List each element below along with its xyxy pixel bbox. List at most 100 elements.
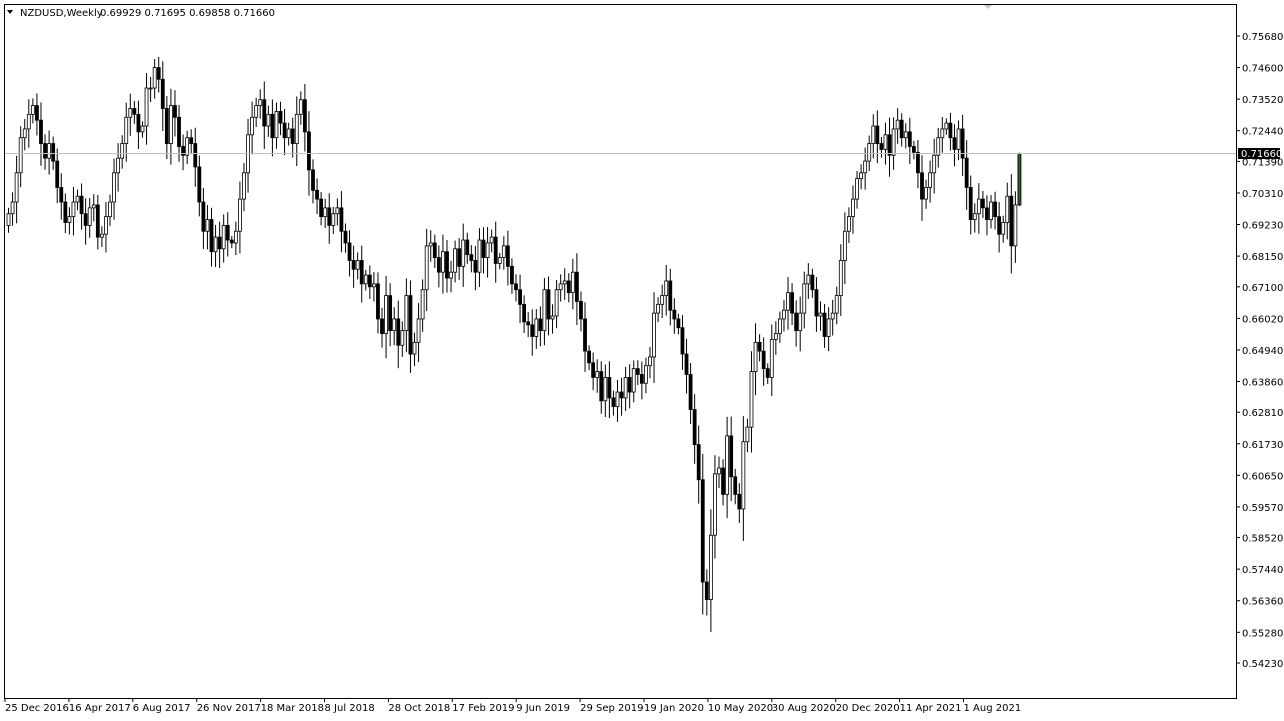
bull-candle	[112, 172, 116, 203]
bull-candle	[238, 198, 242, 232]
x-tick-label: 25 Dec 2016	[5, 703, 69, 714]
bull-candle	[838, 260, 843, 296]
x-tick-label: 29 Sep 2019	[580, 703, 643, 714]
bull-candle	[940, 128, 945, 139]
bear-candle	[619, 391, 624, 399]
bear-candle	[83, 213, 88, 226]
bear-candle	[887, 134, 892, 156]
bear-candle	[591, 362, 596, 378]
bull-candle	[453, 248, 458, 273]
x-tick-label: 19 Jan 2020	[644, 703, 704, 714]
bull-candle	[152, 67, 157, 89]
bear-candle	[262, 99, 267, 127]
bull-candle	[660, 295, 665, 305]
bear-candle	[814, 289, 819, 317]
bear-candle	[388, 295, 393, 332]
bull-candle	[615, 391, 620, 408]
bull-candle	[124, 116, 129, 144]
bull-candle	[168, 105, 173, 144]
bear-candle	[790, 292, 794, 314]
y-tick-label: 0.56360	[1242, 597, 1283, 608]
bear-candle	[668, 280, 673, 311]
bull-candle	[725, 435, 730, 495]
bear-candle	[599, 371, 604, 402]
bull-candle	[67, 216, 72, 223]
x-tick-label: 28 Oct 2018	[388, 703, 450, 714]
bull-candle	[745, 426, 750, 443]
price-chart[interactable]: 0.756800.746000.735200.724400.713900.703…	[0, 0, 1284, 721]
bull-candle	[534, 318, 539, 337]
bear-candle	[59, 187, 64, 203]
x-tick-label: 10 May 2020	[708, 703, 773, 714]
bull-candle	[392, 318, 397, 332]
bear-candle	[307, 131, 311, 171]
bear-candle	[302, 99, 307, 133]
y-tick-label: 0.63860	[1242, 378, 1283, 389]
bull-candle	[842, 230, 847, 261]
bear-candle	[948, 122, 953, 139]
bear-candle	[347, 242, 352, 261]
bear-candle	[396, 318, 401, 346]
bull-candle	[782, 309, 786, 320]
bull-candle	[802, 283, 807, 314]
ohlc-values: 0.69929 0.71695 0.69858 0.71660	[100, 8, 275, 19]
bull-candle	[830, 312, 835, 320]
bear-candle	[359, 260, 364, 285]
bull-candle	[818, 312, 823, 317]
bear-candle	[457, 248, 462, 267]
y-tick-label: 0.64940	[1242, 346, 1283, 357]
bear-candle	[270, 113, 275, 139]
bull-candle	[461, 239, 466, 267]
x-tick-label: 16 Apr 2017	[69, 703, 131, 714]
bull-candle	[6, 213, 11, 226]
bear-candle	[704, 581, 709, 600]
bear-candle	[380, 318, 384, 334]
bull-candle	[485, 242, 490, 258]
bear-candle	[197, 166, 202, 203]
bull-candle	[258, 99, 263, 106]
bull-candle	[501, 245, 506, 258]
current-price-label: 0.71660	[1238, 148, 1282, 160]
bear-candle	[607, 377, 612, 399]
bear-candle	[132, 108, 137, 115]
bull-candle	[22, 128, 27, 139]
x-tick-label: 11 Apr 2021	[900, 703, 962, 714]
bear-candle	[473, 260, 478, 273]
bear-candle	[311, 169, 315, 191]
bull-candle	[213, 236, 218, 253]
bull-candle	[936, 137, 941, 156]
bull-candle	[753, 341, 758, 372]
bull-candle	[867, 143, 872, 162]
bull-candle	[826, 318, 831, 337]
bear-candle	[911, 146, 916, 153]
bull-candle	[140, 125, 145, 133]
bear-candle	[351, 260, 356, 270]
x-tick-label: 17 Feb 2019	[452, 703, 514, 714]
bear-candle	[343, 230, 348, 244]
bull-candle	[331, 213, 336, 226]
bull-candle	[104, 216, 108, 235]
bear-candle	[822, 312, 827, 337]
y-tick-label: 0.74600	[1242, 64, 1283, 75]
bear-candle	[964, 157, 969, 188]
bear-candle	[518, 289, 522, 305]
y-tick-label: 0.60650	[1242, 471, 1283, 482]
bull-candle	[786, 292, 790, 311]
y-tick-label: 0.75680	[1242, 32, 1283, 43]
y-tick-label: 0.72440	[1242, 127, 1283, 138]
bull-candle	[778, 318, 782, 334]
bear-candle	[692, 409, 697, 446]
bull-candle	[128, 108, 133, 118]
bear-candle	[530, 324, 535, 337]
bear-candle	[733, 476, 738, 495]
bear-candle	[514, 283, 518, 291]
bear-candle	[225, 225, 230, 241]
bull-candle	[798, 312, 803, 332]
y-tick-label: 0.69230	[1242, 221, 1283, 232]
bear-candle	[376, 283, 380, 320]
x-tick-label: 6 Aug 2017	[133, 703, 191, 714]
bear-candle	[319, 198, 324, 218]
bear-candle	[981, 198, 985, 209]
bear-candle	[465, 239, 470, 256]
bear-candle	[278, 111, 283, 124]
